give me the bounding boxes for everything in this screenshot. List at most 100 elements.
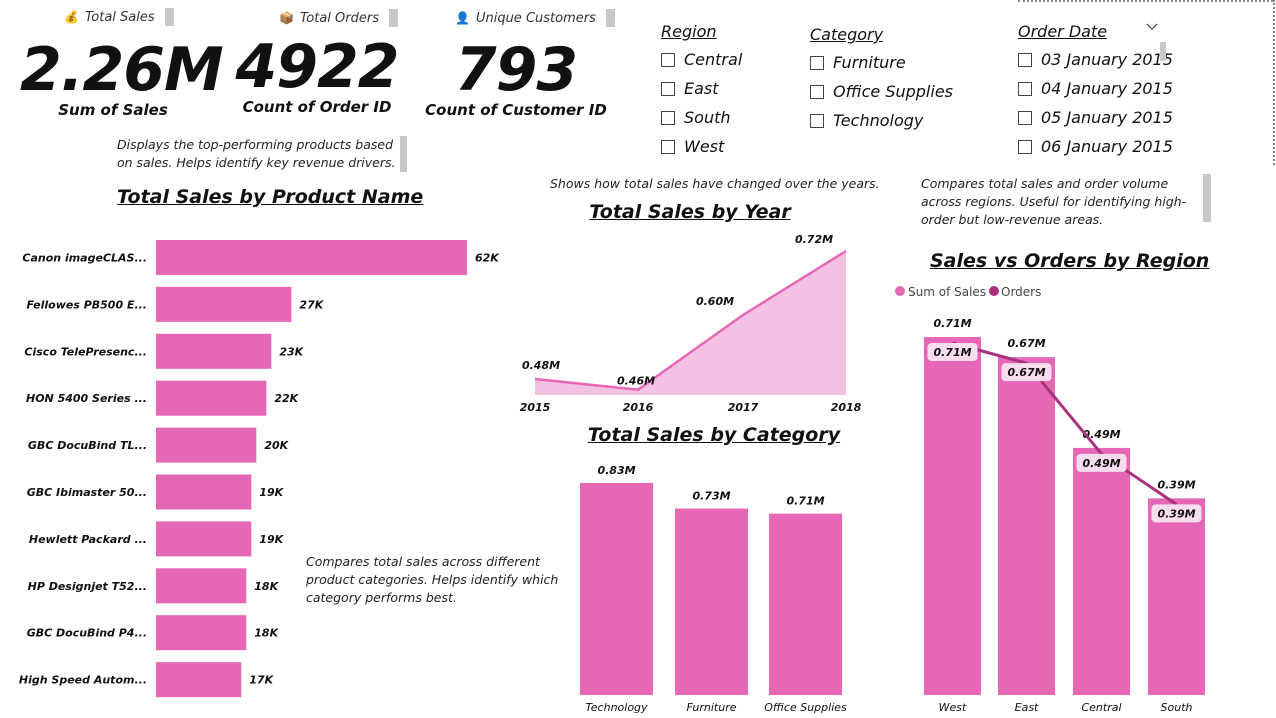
- category-option-furniture[interactable]: Furniture: [810, 48, 953, 77]
- order-date-option[interactable]: 06 January 2015: [1018, 132, 1173, 161]
- product-category-label: GBC DocuBind TL...: [28, 439, 147, 452]
- user-icon: 👤: [455, 11, 470, 25]
- option-label: Central: [684, 50, 743, 69]
- region-slicer-title: Region: [661, 22, 717, 41]
- description-scrollbar[interactable]: [400, 136, 407, 172]
- category-sales-bar: [769, 513, 842, 695]
- checkbox[interactable]: [810, 84, 824, 99]
- year-sales-data-label: 0.72M: [795, 233, 833, 246]
- year-tick-label: 2016: [623, 401, 654, 414]
- region-description: Compares total sales and order volume ac…: [921, 176, 1187, 227]
- category-tick-label: Technology: [585, 701, 648, 714]
- legend-sales-marker: [895, 286, 905, 296]
- region-chart-title: Sales vs Orders by Region: [930, 250, 1210, 272]
- orders-data-label: 0.67M: [1007, 366, 1045, 379]
- option-label: 03 January 2015: [1041, 50, 1173, 69]
- unique-customers-value: 793: [454, 35, 578, 105]
- category-option-office-supplies[interactable]: Office Supplies: [810, 77, 953, 106]
- checkbox[interactable]: [810, 55, 824, 70]
- card-grip-handle[interactable]: [164, 8, 174, 26]
- card-grip-handle[interactable]: [389, 9, 398, 27]
- checkbox[interactable]: [661, 139, 675, 154]
- checkbox[interactable]: [810, 113, 824, 128]
- product-sales-data-label: 18K: [254, 627, 279, 640]
- total-sales-header: Total Sales: [84, 9, 155, 25]
- total-orders-value: 4922: [235, 32, 400, 102]
- slicer-scrollbar[interactable]: [1160, 42, 1166, 61]
- package-icon: 📦: [279, 11, 294, 25]
- product-sales-data-label: 18K: [254, 580, 279, 593]
- option-label: Technology: [833, 111, 924, 130]
- option-label: 06 January 2015: [1041, 137, 1173, 156]
- region-option-east[interactable]: East: [661, 74, 742, 103]
- region-sales-chart: Sum of Sales Orders 0.71M West 0.67M East 0.49…: [895, 285, 1205, 714]
- category-option-technology[interactable]: Technology: [810, 106, 953, 135]
- category-tick-label: Office Supplies: [764, 701, 847, 714]
- product-sales-bar: [156, 427, 257, 463]
- region-sales-data-label: 0.39M: [1157, 478, 1195, 491]
- chevron-down-icon[interactable]: [1145, 22, 1159, 32]
- option-label: South: [684, 108, 731, 127]
- checkbox[interactable]: [661, 52, 675, 67]
- product-sales-data-label: 62K: [475, 252, 500, 265]
- product-sales-bar: [156, 240, 467, 275]
- product-category-label: Fellowes PB500 E...: [26, 298, 147, 311]
- checkbox[interactable]: [1018, 81, 1032, 96]
- order-date-option[interactable]: 03 January 2015: [1018, 45, 1173, 74]
- product-sales-bar: [156, 474, 252, 510]
- product-category-label: GBC DocuBind P4...: [27, 627, 147, 640]
- product-sales-data-label: 22K: [274, 392, 299, 405]
- category-sales-data-label: 0.83M: [597, 464, 635, 477]
- checkbox[interactable]: [1018, 52, 1032, 67]
- option-label: Furniture: [833, 53, 906, 72]
- product-category-label: Hewlett Packard ...: [29, 533, 147, 546]
- region-option-west[interactable]: West: [661, 132, 742, 161]
- product-sales-bar: [156, 380, 267, 416]
- product-chart-title: Total Sales by Product Name: [117, 186, 424, 208]
- region-sales-bar: [998, 357, 1055, 695]
- year-description: Shows how total sales have changed over …: [550, 176, 880, 191]
- order-date-option[interactable]: 05 January 2015: [1018, 103, 1173, 132]
- product-sales-data-label: 23K: [279, 345, 304, 358]
- option-label: 04 January 2015: [1041, 79, 1173, 98]
- product-category-label: HON 5400 Series ...: [26, 392, 147, 405]
- category-sales-data-label: 0.71M: [786, 495, 824, 508]
- region-sales-data-label: 0.67M: [1007, 337, 1045, 350]
- year-sales-data-label: 0.60M: [696, 295, 734, 308]
- checkbox[interactable]: [1018, 110, 1032, 125]
- card-grip-handle[interactable]: [605, 9, 615, 27]
- product-sales-data-label: 17K: [249, 674, 274, 687]
- product-sales-bar: [156, 286, 292, 322]
- year-sales-data-label: 0.46M: [617, 375, 655, 388]
- region-option-central[interactable]: Central: [661, 45, 742, 74]
- checkbox[interactable]: [661, 81, 675, 96]
- unique-customers-card-header: 👤 Unique Customers: [455, 9, 615, 27]
- total-sales-card-header: 💰 Total Sales: [64, 8, 174, 26]
- product-category-label: Cisco TelePresenc...: [24, 345, 147, 358]
- money-bag-icon: 💰: [64, 10, 79, 24]
- description-scrollbar[interactable]: [1203, 174, 1211, 222]
- product-sales-bar: [156, 333, 272, 369]
- category-sales-bar: [675, 508, 748, 695]
- product-sales-chart: Canon imageCLAS... 62K Fellowes PB500 E...…: [19, 240, 500, 698]
- total-orders-card-header: 📦 Total Orders: [279, 9, 398, 27]
- unique-customers-caption: Count of Customer ID: [425, 101, 607, 119]
- order-date-slicer: Order Date 03 January 2015 04 January 20…: [1018, 22, 1173, 161]
- checkbox[interactable]: [1018, 139, 1032, 154]
- product-sales-bar: [156, 662, 242, 698]
- product-sales-bar: [156, 615, 247, 651]
- focus-border: [1018, 0, 1273, 2]
- product-sales-data-label: 19K: [259, 533, 284, 546]
- product-category-label: GBC Ibimaster 50...: [27, 486, 147, 499]
- option-label: East: [684, 79, 719, 98]
- region-option-south[interactable]: South: [661, 103, 742, 132]
- category-tick-label: Furniture: [687, 701, 737, 714]
- legend-orders-label: Orders: [1001, 285, 1041, 299]
- focus-border: [1273, 0, 1275, 165]
- legend-orders-marker: [989, 286, 999, 296]
- checkbox[interactable]: [661, 110, 675, 125]
- orders-line: [952, 341, 1178, 506]
- product-sales-data-label: 19K: [259, 486, 284, 499]
- order-date-option[interactable]: 04 January 2015: [1018, 74, 1173, 103]
- year-tick-label: 2017: [728, 401, 759, 414]
